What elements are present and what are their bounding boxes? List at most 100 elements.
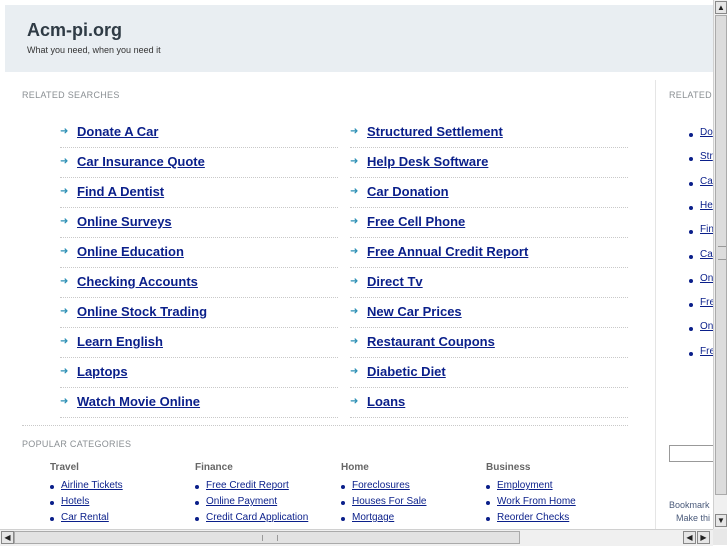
bullet-icon — [50, 517, 54, 521]
related-search-link[interactable]: Car Insurance Quote — [77, 154, 205, 169]
category-link[interactable]: Credit Card Application — [206, 512, 308, 523]
related-search-item[interactable]: ➜ Car Donation — [350, 178, 628, 208]
related-search-item[interactable]: ➜ Structured Settlement — [350, 118, 628, 148]
related-search-link[interactable]: Free Cell Phone — [367, 214, 465, 229]
make-homepage-text[interactable]: Make thi — [676, 513, 710, 523]
right-related-link[interactable]: Do — [700, 127, 713, 138]
related-search-link[interactable]: Online Stock Trading — [77, 304, 207, 319]
right-sidebar: RELATED Do Str Ca He Fin Ca On Fre On Fre Bookmar… — [655, 80, 718, 530]
right-related-link[interactable]: Fin — [700, 224, 714, 235]
related-search-item[interactable]: ➜ Free Annual Credit Report — [350, 238, 628, 268]
related-search-link[interactable]: New Car Prices — [367, 304, 462, 319]
related-search-link[interactable]: Diabetic Diet — [367, 364, 446, 379]
scrollbar-corner — [713, 529, 727, 545]
related-search-link[interactable]: Car Donation — [367, 184, 449, 199]
category-item[interactable]: Work From Home — [486, 495, 576, 511]
bullet-icon — [689, 181, 693, 186]
category-item[interactable]: Car Rental — [50, 511, 109, 527]
category-link[interactable]: Airline Tickets — [61, 480, 123, 491]
right-related-link[interactable]: On — [700, 273, 713, 284]
related-search-item[interactable]: ➜ Checking Accounts — [60, 268, 338, 298]
related-search-link[interactable]: Find A Dentist — [77, 184, 164, 199]
scroll-up-icon[interactable]: ▲ — [715, 1, 727, 14]
category-item[interactable]: Hotels — [50, 495, 89, 511]
related-search-link[interactable]: Laptops — [77, 364, 128, 379]
related-search-link[interactable]: Help Desk Software — [367, 154, 488, 169]
category-link[interactable]: Houses For Sale — [352, 496, 426, 507]
site-tagline: What you need, when you need it — [27, 45, 161, 55]
related-search-item[interactable]: ➜ Laptops — [60, 358, 338, 388]
related-search-item[interactable]: ➜ New Car Prices — [350, 298, 628, 328]
related-search-link[interactable]: Watch Movie Online — [77, 394, 200, 409]
related-search-item[interactable]: ➜ Online Stock Trading — [60, 298, 338, 328]
scroll-right-icon[interactable]: ▶ — [697, 531, 710, 544]
category-link[interactable]: Car Rental — [61, 512, 109, 523]
related-search-item[interactable]: ➜ Find A Dentist — [60, 178, 338, 208]
related-search-link[interactable]: Donate A Car — [77, 124, 158, 139]
related-search-item[interactable]: ➜ Donate A Car — [60, 118, 338, 148]
related-search-item[interactable]: ➜ Loans — [350, 388, 628, 418]
bullet-icon — [50, 485, 54, 489]
related-search-item[interactable]: ➜ Direct Tv — [350, 268, 628, 298]
category-item[interactable]: Employment — [486, 479, 553, 495]
category-item[interactable]: Mortgage — [341, 511, 394, 527]
related-search-link[interactable]: Structured Settlement — [367, 124, 503, 139]
category-item[interactable]: Reorder Checks — [486, 511, 569, 527]
related-search-item[interactable]: ➜ Online Surveys — [60, 208, 338, 238]
category-column: Home Foreclosures Houses For Sale Mortgage — [341, 462, 426, 527]
related-search-link[interactable]: Direct Tv — [367, 274, 423, 289]
related-search-item[interactable]: ➜ Online Education — [60, 238, 338, 268]
related-search-item[interactable]: ➜ Learn English — [60, 328, 338, 358]
right-related-link[interactable]: He — [700, 200, 713, 211]
scroll-down-icon[interactable]: ▼ — [715, 514, 727, 527]
category-link[interactable]: Free Credit Report — [206, 480, 289, 491]
category-link[interactable]: Mortgage — [352, 512, 394, 523]
scroll-left-icon[interactable]: ◀ — [1, 531, 14, 544]
sidebar-search-input[interactable] — [669, 445, 718, 462]
category-link[interactable]: Hotels — [61, 496, 89, 507]
related-search-item[interactable]: ➜ Free Cell Phone — [350, 208, 628, 238]
category-link[interactable]: Employment — [497, 480, 553, 491]
right-related-link[interactable]: Str — [700, 151, 713, 162]
horizontal-scroll-thumb[interactable] — [14, 531, 520, 544]
related-searches-label: RELATED SEARCHES — [22, 90, 120, 100]
right-related-link[interactable]: Ca — [700, 176, 713, 187]
related-search-link[interactable]: Loans — [367, 394, 405, 409]
category-link[interactable]: Foreclosures — [352, 480, 410, 491]
right-related-link[interactable]: Ca — [700, 249, 713, 260]
category-link[interactable]: Online Payment — [206, 496, 277, 507]
category-item[interactable]: Free Credit Report — [195, 479, 289, 495]
arrow-right-icon: ➜ — [60, 306, 69, 317]
category-item[interactable]: Houses For Sale — [341, 495, 426, 511]
horizontal-scrollbar[interactable]: ◀ ◀ ▶ — [0, 529, 713, 546]
related-search-link[interactable]: Online Surveys — [77, 214, 172, 229]
related-search-link[interactable]: Online Education — [77, 244, 184, 259]
bullet-icon — [689, 351, 693, 356]
category-item[interactable]: Credit Card Application — [195, 511, 308, 527]
arrow-right-icon: ➜ — [60, 396, 69, 407]
vertical-scrollbar[interactable]: ▲ ▼ — [713, 0, 727, 529]
related-search-item[interactable]: ➜ Diabetic Diet — [350, 358, 628, 388]
related-search-link[interactable]: Checking Accounts — [77, 274, 198, 289]
related-search-item[interactable]: ➜ Watch Movie Online — [60, 388, 338, 418]
site-title[interactable]: Acm-pi.org — [27, 20, 122, 41]
related-search-item[interactable]: ➜ Car Insurance Quote — [60, 148, 338, 178]
vertical-scroll-thumb[interactable] — [715, 15, 727, 495]
related-search-link[interactable]: Learn English — [77, 334, 163, 349]
bookmark-text[interactable]: Bookmark — [669, 500, 710, 510]
arrow-right-icon: ➜ — [60, 156, 69, 167]
arrow-right-icon: ➜ — [60, 276, 69, 287]
scroll-left-icon[interactable]: ◀ — [683, 531, 696, 544]
right-related-link[interactable]: On — [700, 321, 713, 332]
category-item[interactable]: Foreclosures — [341, 479, 410, 495]
category-link[interactable]: Reorder Checks — [497, 512, 569, 523]
category-link[interactable]: Work From Home — [497, 496, 576, 507]
category-title: Travel — [50, 462, 79, 473]
category-item[interactable]: Airline Tickets — [50, 479, 123, 495]
related-search-link[interactable]: Restaurant Coupons — [367, 334, 495, 349]
arrow-right-icon: ➜ — [350, 246, 359, 257]
category-item[interactable]: Online Payment — [195, 495, 277, 511]
related-search-link[interactable]: Free Annual Credit Report — [367, 244, 528, 259]
related-search-item[interactable]: ➜ Restaurant Coupons — [350, 328, 628, 358]
related-search-item[interactable]: ➜ Help Desk Software — [350, 148, 628, 178]
